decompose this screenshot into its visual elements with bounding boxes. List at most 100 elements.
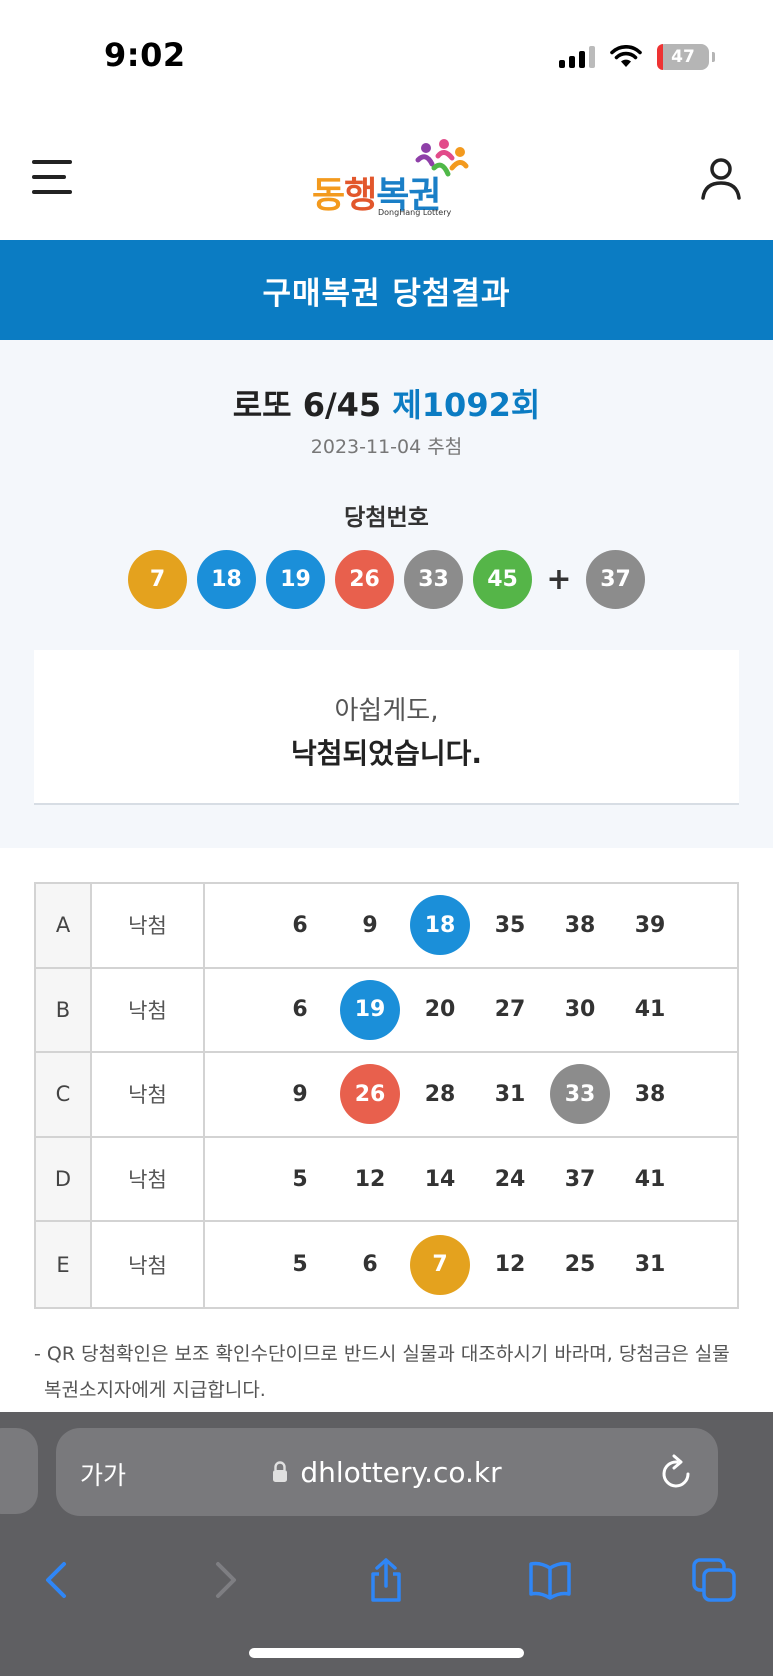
ticket-number: 12 xyxy=(494,1252,526,1278)
ticket-number-matched: 18 xyxy=(410,895,470,956)
ticket-number: 41 xyxy=(634,1166,666,1192)
ticket-number: 5 xyxy=(292,1166,308,1192)
ticket-number: 12 xyxy=(354,1166,386,1192)
home-indicator xyxy=(249,1648,524,1658)
bonus-number-ball: 37 xyxy=(586,550,645,609)
status-indicators: 47 xyxy=(559,44,715,70)
ticket-row-result: 낙첨 xyxy=(92,1222,205,1307)
url-text: dhlottery.co.kr xyxy=(300,1455,502,1489)
app-header: 동행복권 DongHang Lottery xyxy=(0,110,773,240)
ticket-number: 27 xyxy=(494,997,526,1023)
ticket-row-numbers: 5 12 14 24 37 41 xyxy=(205,1138,737,1221)
user-account-icon[interactable] xyxy=(699,156,743,200)
ticket-row-result: 낙첨 xyxy=(92,968,205,1052)
forward-icon[interactable] xyxy=(202,1558,246,1602)
ticket-row-letter: A xyxy=(36,884,92,967)
winning-number-ball: 18 xyxy=(197,550,256,609)
ticket-number: 9 xyxy=(292,1081,308,1107)
donghang-lottery-logo[interactable]: 동행복권 DongHang Lottery xyxy=(312,138,472,218)
ticket-number: 31 xyxy=(634,1252,666,1278)
ticket-number: 38 xyxy=(634,1081,666,1107)
ticket-row-letter: B xyxy=(36,968,92,1052)
ticket-row-result: 낙첨 xyxy=(92,1137,205,1221)
ticket-number: 9 xyxy=(362,912,378,938)
page-title: 구매복권 당첨결과 xyxy=(262,275,511,312)
winning-number-ball: 7 xyxy=(128,550,187,609)
cellular-signal-icon xyxy=(559,46,595,68)
ticket-row-a: A 낙첨 6 9 18 35 38 39 xyxy=(36,884,737,969)
winning-number-ball: 19 xyxy=(266,550,325,609)
draw-game: 로또 6/45 xyxy=(232,386,382,424)
address-bar[interactable]: 가가 dhlottery.co.kr xyxy=(56,1428,718,1516)
ticket-number: 24 xyxy=(494,1166,526,1192)
ticket-number: 25 xyxy=(564,1252,596,1278)
logo-text-1: 동 xyxy=(312,175,345,216)
url-display[interactable]: dhlottery.co.kr xyxy=(56,1428,718,1516)
ticket-number: 20 xyxy=(424,997,456,1023)
previous-tab-preview[interactable] xyxy=(0,1428,38,1514)
status-time: 9:02 xyxy=(104,36,186,74)
winning-number-ball: 33 xyxy=(404,550,463,609)
result-message-line1: 아쉽게도, xyxy=(334,696,439,726)
ticket-row-numbers: 6 9 18 35 38 39 xyxy=(205,884,737,967)
ticket-number: 6 xyxy=(292,997,308,1023)
ticket-row-c: C 낙첨 9 26 28 31 33 38 xyxy=(36,1053,737,1138)
ticket-row-e: E 낙첨 5 6 7 12 25 31 xyxy=(36,1222,737,1307)
ticket-row-letter: E xyxy=(36,1222,92,1307)
ticket-number: 31 xyxy=(494,1081,526,1107)
battery-level: 47 xyxy=(671,47,695,67)
share-icon[interactable] xyxy=(364,1558,408,1602)
ticket-row-d: D 낙첨 5 12 14 24 37 41 xyxy=(36,1137,737,1223)
ticket-number: 28 xyxy=(424,1081,456,1107)
logo-subtitle: DongHang Lottery xyxy=(378,208,452,217)
ticket-row-letter: C xyxy=(36,1053,92,1136)
ticket-number: 37 xyxy=(564,1166,596,1192)
ticket-number: 5 xyxy=(292,1252,308,1278)
hamburger-menu-icon[interactable] xyxy=(32,160,72,194)
battery-icon: 47 xyxy=(657,44,715,70)
ticket-table: A 낙첨 6 9 18 35 38 39 B 낙첨 6 19 20 27 30 41 C 낙첨 9 26 28 31 33 3… xyxy=(34,882,739,1309)
page-title-bar: 구매복권 당첨결과 xyxy=(0,240,773,340)
status-bar: 9:02 47 xyxy=(0,0,773,110)
draw-title: 로또 6/45 제1092회 xyxy=(0,380,773,426)
ticket-row-letter: D xyxy=(36,1137,92,1221)
ticket-number: 14 xyxy=(424,1166,456,1192)
draw-result-section: 로또 6/45 제1092회 2023-11-04 추첨 당첨번호 7 18 19 2… xyxy=(0,340,773,848)
winning-number-ball: 26 xyxy=(335,550,394,609)
ticket-number: 6 xyxy=(292,912,308,938)
reload-icon[interactable] xyxy=(660,1454,694,1490)
ticket-number-matched: 7 xyxy=(410,1234,470,1295)
ticket-number: 30 xyxy=(564,997,596,1023)
ticket-number-matched: 26 xyxy=(340,1064,400,1125)
ticket-number: 39 xyxy=(634,912,666,938)
ticket-number: 38 xyxy=(564,912,596,938)
back-icon[interactable] xyxy=(36,1558,80,1602)
browser-bottom-bar: 가가 dhlottery.co.kr xyxy=(0,1412,773,1676)
ticket-row-numbers: 5 6 7 12 25 31 xyxy=(205,1222,737,1307)
notice-text: - QR 당첨확인은 보조 확인수단이므로 반드시 실물과 대조하시기 바라며,… xyxy=(34,1343,730,1401)
ticket-row-numbers: 6 19 20 27 30 41 xyxy=(205,969,737,1052)
result-message-box: 아쉽게도, 낙첨되었습니다. xyxy=(34,650,739,805)
ticket-number: 6 xyxy=(362,1252,378,1278)
ticket-number-matched: 33 xyxy=(550,1064,610,1125)
draw-round: 제1092회 xyxy=(392,386,541,424)
winning-numbers: 7 18 19 26 33 45 +37 xyxy=(0,550,773,609)
ticket-number: 35 xyxy=(494,912,526,938)
lock-icon xyxy=(273,1461,288,1482)
ticket-number-matched: 19 xyxy=(340,979,400,1040)
ticket-row-result: 낙첨 xyxy=(92,1053,205,1136)
result-message-line2: 낙첨되었습니다. xyxy=(291,737,482,770)
tabs-icon[interactable] xyxy=(692,1558,736,1602)
wifi-icon xyxy=(610,45,642,67)
ticket-row-result: 낙첨 xyxy=(92,884,205,967)
browser-toolbar xyxy=(0,1540,773,1624)
bonus-plus-sign: + xyxy=(546,562,572,597)
winning-numbers-label: 당첨번호 xyxy=(344,505,429,531)
logo-text-2: 행 xyxy=(344,175,377,216)
draw-date: 2023-11-04 추첨 xyxy=(310,436,463,458)
ticket-number: 41 xyxy=(634,997,666,1023)
bookmarks-icon[interactable] xyxy=(528,1558,572,1602)
ticket-row-b: B 낙첨 6 19 20 27 30 41 xyxy=(36,968,737,1054)
ticket-row-numbers: 9 26 28 31 33 38 xyxy=(205,1053,737,1136)
winning-number-ball: 45 xyxy=(473,550,532,609)
